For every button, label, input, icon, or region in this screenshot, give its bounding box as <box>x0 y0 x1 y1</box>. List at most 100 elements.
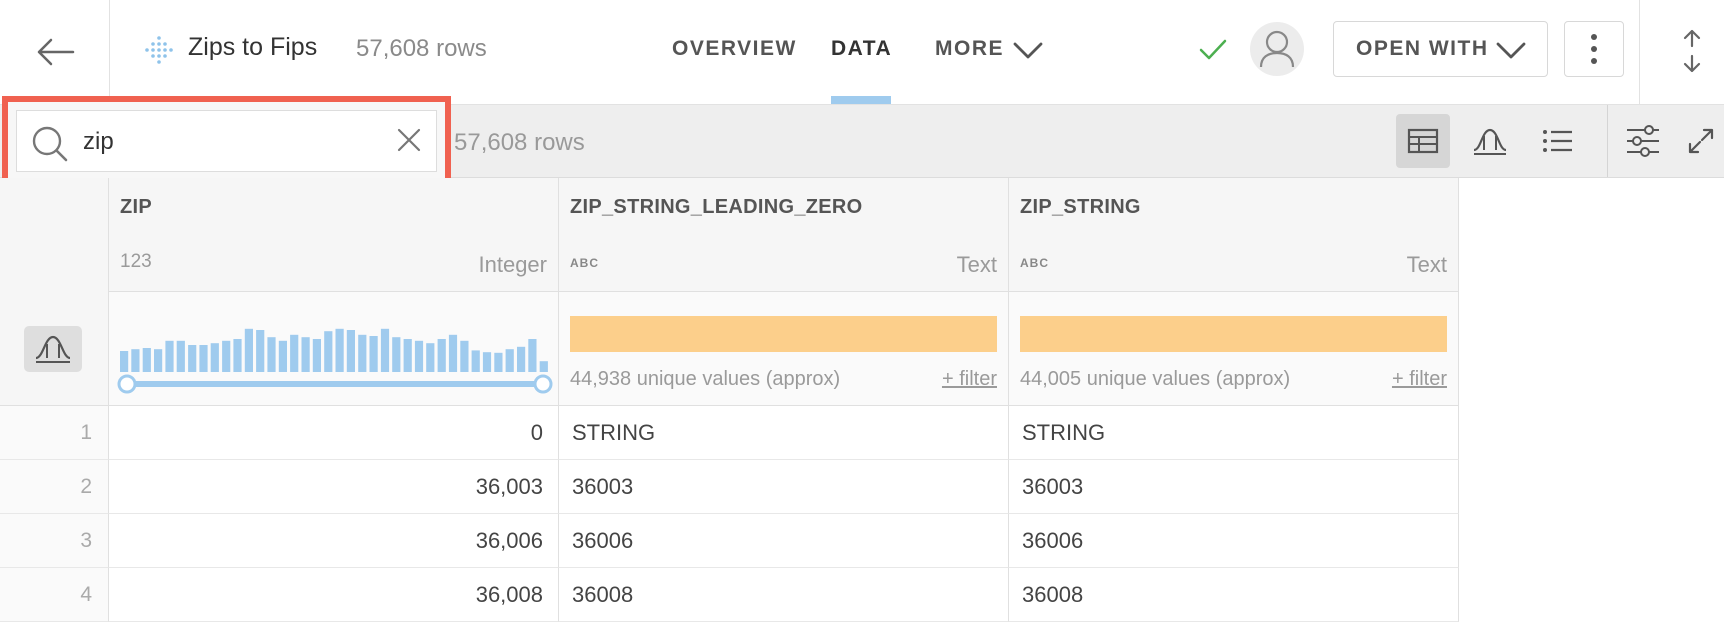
histogram-bar[interactable] <box>437 339 446 372</box>
histogram-bar[interactable] <box>494 352 503 372</box>
chevron-down-icon[interactable] <box>1012 36 1044 64</box>
close-icon[interactable] <box>395 126 423 154</box>
add-filter-link[interactable]: + filter <box>942 368 997 391</box>
row-number: 3 <box>0 514 109 568</box>
histogram-bar[interactable] <box>380 328 390 372</box>
tab-data[interactable]: DATA <box>831 37 892 61</box>
unique-values-cell: 44,005 unique values (approx) + filter <box>1009 292 1459 406</box>
column-header-zip-string[interactable]: ZIP_STRING ABC Text <box>1009 178 1459 292</box>
histogram-bar[interactable] <box>244 328 253 372</box>
histogram-bar[interactable] <box>210 343 219 372</box>
vertical-dots-icon <box>1591 34 1597 64</box>
histogram-bar[interactable] <box>392 337 401 372</box>
table-icon <box>1407 128 1439 154</box>
table-cell[interactable]: 0 <box>109 406 559 460</box>
table-row: 2 36,003 36003 36003 <box>0 460 1459 514</box>
histogram-chart[interactable] <box>109 292 559 406</box>
avatar[interactable] <box>1250 22 1304 76</box>
table-view-button[interactable] <box>1396 114 1450 168</box>
histogram-bar[interactable] <box>256 330 265 372</box>
unique-values-bar[interactable] <box>570 316 997 352</box>
search-input[interactable] <box>81 124 335 160</box>
number-type-icon: 123 <box>120 251 152 272</box>
histogram-bar[interactable] <box>335 328 344 372</box>
histogram-bar[interactable] <box>131 349 140 372</box>
table-cell[interactable]: STRING <box>559 406 1009 460</box>
distribution-icon <box>1473 128 1507 155</box>
histogram-bar[interactable] <box>426 343 435 372</box>
column-type: Text <box>956 252 997 277</box>
histogram-bar[interactable] <box>324 331 333 372</box>
check-icon <box>1199 39 1227 60</box>
column-settings-button[interactable] <box>1616 114 1670 168</box>
histogram-bar[interactable] <box>233 339 242 372</box>
histogram-bar[interactable] <box>199 345 208 372</box>
dataset-icon <box>145 36 173 64</box>
toggle-distribution-button[interactable] <box>24 326 82 372</box>
back-button[interactable] <box>0 0 110 104</box>
more-options-button[interactable] <box>1564 21 1624 77</box>
arrow-left-icon <box>37 38 74 66</box>
histogram-bar[interactable] <box>358 334 367 372</box>
distribution-view-button[interactable] <box>1463 114 1517 168</box>
row-number: 1 <box>0 406 109 460</box>
histogram-bar[interactable] <box>346 330 355 372</box>
histogram-bar[interactable] <box>188 345 197 372</box>
histogram-bar[interactable] <box>448 334 458 372</box>
table-cell[interactable]: 36003 <box>559 460 1009 514</box>
tab-overview[interactable]: OVERVIEW <box>672 37 797 61</box>
histogram-bar[interactable] <box>414 340 424 372</box>
histogram-bar[interactable] <box>403 339 412 372</box>
histogram-bar[interactable] <box>539 361 548 372</box>
table-cell[interactable]: 36006 <box>1009 514 1459 568</box>
list-view-button[interactable] <box>1531 114 1585 168</box>
row-number: 2 <box>0 460 109 514</box>
distribution-icon <box>35 335 71 363</box>
table-row: 3 36,006 36006 36006 <box>0 514 1459 568</box>
expand-vertical-icon[interactable] <box>1679 28 1705 74</box>
histogram-bar[interactable] <box>517 346 526 372</box>
column-search[interactable] <box>16 110 437 172</box>
histogram-bar[interactable] <box>290 334 299 372</box>
column-name: ZIP_STRING <box>1020 196 1141 218</box>
search-highlight <box>2 96 451 186</box>
header-divider <box>1639 0 1640 104</box>
histogram-bar[interactable] <box>528 339 537 372</box>
histogram-bar[interactable] <box>165 340 174 372</box>
toolbar-divider <box>1607 105 1608 177</box>
table-cell[interactable]: 36006 <box>559 514 1009 568</box>
table-cell[interactable]: 36,003 <box>109 460 559 514</box>
histogram-bar[interactable] <box>301 337 310 372</box>
histogram-bar[interactable] <box>369 336 378 372</box>
column-header-zip-string-leading-zero[interactable]: ZIP_STRING_LEADING_ZERO ABC Text <box>559 178 1009 292</box>
histogram-bar[interactable] <box>154 349 163 372</box>
table-cell[interactable]: STRING <box>1009 406 1459 460</box>
histogram-bar[interactable] <box>312 339 321 372</box>
open-with-button[interactable]: OPEN WITH <box>1333 21 1548 77</box>
range-handle-max[interactable] <box>533 374 553 394</box>
histogram-bar[interactable] <box>278 340 287 372</box>
histogram-bar[interactable] <box>460 340 469 372</box>
toolbar-row-count: 57,608 rows <box>454 129 585 156</box>
column-type: Integer <box>478 252 548 277</box>
top-bar: Zips to Fips 57,608 rows OVERVIEW DATA M… <box>0 0 1724 105</box>
add-filter-link[interactable]: + filter <box>1392 368 1447 391</box>
histogram-bar[interactable] <box>222 340 231 372</box>
dataset-row-count: 57,608 rows <box>356 35 487 62</box>
histogram-bar[interactable] <box>505 349 514 372</box>
table-cell[interactable]: 36003 <box>1009 460 1459 514</box>
unique-values-text: 44,005 unique values (approx) <box>1020 368 1291 390</box>
unique-values-bar[interactable] <box>1020 316 1447 352</box>
histogram-bar[interactable] <box>176 340 185 372</box>
histogram-bar[interactable] <box>267 337 276 372</box>
column-header-zip[interactable]: ZIP 123 Integer <box>109 178 559 292</box>
expand-button[interactable] <box>1686 114 1724 168</box>
table-cell[interactable]: 36,006 <box>109 514 559 568</box>
histogram-bar[interactable] <box>482 352 492 372</box>
histogram-bar[interactable] <box>142 348 151 372</box>
range-handle-min[interactable] <box>117 374 137 394</box>
active-tab-indicator <box>831 96 891 104</box>
tab-more[interactable]: MORE <box>935 37 1004 61</box>
histogram-bar[interactable] <box>120 351 129 372</box>
histogram-bar[interactable] <box>471 350 480 372</box>
